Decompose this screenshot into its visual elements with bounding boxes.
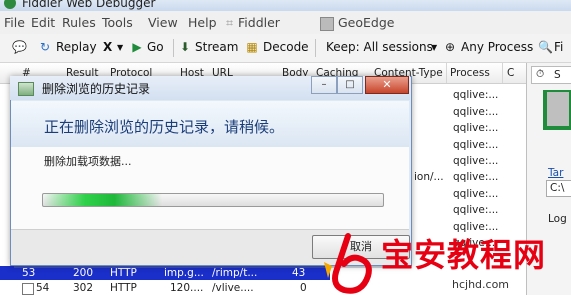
comment-icon[interactable]: 💬 bbox=[12, 40, 27, 54]
watermark-url: hcjhd.com bbox=[452, 278, 510, 291]
process-cell: qqlive:... bbox=[453, 122, 499, 134]
row-result: 200 bbox=[73, 267, 94, 279]
any-process-button[interactable]: Any Process bbox=[461, 40, 533, 54]
decode-icon: ▦ bbox=[246, 40, 258, 54]
go-button[interactable]: Go bbox=[147, 40, 164, 54]
minimize-button[interactable]: – bbox=[311, 76, 337, 94]
row-id: 53 bbox=[22, 267, 36, 279]
path-field-value: C:\ bbox=[550, 182, 565, 194]
go-icon: ▶ bbox=[132, 40, 142, 54]
decode-button[interactable]: Decode bbox=[263, 40, 309, 54]
replay-icon: ↻ bbox=[39, 40, 51, 54]
row-body: 43 bbox=[292, 267, 306, 279]
replay-button[interactable]: Replay bbox=[56, 40, 97, 54]
remove-menu-button[interactable]: X bbox=[103, 40, 112, 54]
dialog-heading: 正在删除浏览的历史记录，请稍候。 bbox=[44, 118, 285, 136]
column-process[interactable]: Process bbox=[450, 67, 490, 79]
path-field[interactable]: C:\ bbox=[546, 180, 571, 197]
process-cell: qqlive:... bbox=[453, 188, 499, 200]
menu-file[interactable]: File bbox=[4, 15, 25, 30]
watermark-text: 宝安教程网 bbox=[381, 236, 547, 274]
content-type-cell: ion/... bbox=[414, 171, 444, 183]
maximize-button[interactable]: □ bbox=[337, 76, 363, 94]
keep-sessions-caret-icon[interactable]: ▼ bbox=[431, 43, 437, 52]
process-cell: qqlive:... bbox=[453, 106, 499, 118]
session-type-icon bbox=[22, 283, 34, 295]
menu-fiddler[interactable]: Fiddler bbox=[238, 15, 280, 30]
process-cell: qqlive:... bbox=[453, 171, 499, 183]
menu-edit[interactable]: Edit bbox=[31, 15, 55, 30]
stopwatch-icon: ⏱ bbox=[536, 68, 545, 80]
progress-bar-fill bbox=[43, 194, 162, 206]
row-body: 0 bbox=[300, 282, 307, 294]
row-url: /rimp/t... bbox=[212, 267, 258, 279]
fiddler-menu-icon: ⌗ bbox=[226, 15, 234, 30]
find-icon: 🔍 bbox=[538, 40, 553, 54]
close-button[interactable]: ✕ bbox=[365, 76, 409, 94]
process-cell: qqlive:... bbox=[453, 155, 499, 167]
row-host: imp.g... bbox=[164, 267, 204, 279]
crosshair-icon: ⊕ bbox=[444, 40, 456, 54]
dialog-title: 删除浏览的历史记录 bbox=[42, 82, 151, 96]
process-cell: qqlive:... bbox=[453, 204, 499, 216]
column-divider[interactable] bbox=[446, 63, 447, 83]
menu-rules[interactable]: Rules bbox=[62, 15, 96, 30]
row-result: 302 bbox=[73, 282, 94, 294]
keep-sessions-dropdown[interactable]: Keep: All sessions bbox=[326, 40, 433, 54]
window-title: Fiddler Web Debugger bbox=[22, 0, 156, 10]
find-button[interactable]: Fi bbox=[554, 40, 563, 54]
dialog-window-icon bbox=[18, 82, 34, 96]
toolbar: 💬 ↻ Replay X ▼ ▶ Go ⬇ Stream ▦ Decode Ke… bbox=[0, 34, 571, 63]
progress-bar bbox=[42, 193, 384, 207]
dialog-status-text: 删除加载项数据... bbox=[44, 155, 132, 168]
toolbar-separator bbox=[173, 39, 174, 57]
menu-bar: File Edit Rules Tools View Help ⌗ Fiddle… bbox=[0, 11, 571, 33]
column-divider[interactable] bbox=[502, 63, 503, 83]
target-link[interactable]: Tar bbox=[548, 167, 563, 179]
row-url: /vlive.... bbox=[212, 282, 254, 294]
statistics-tab[interactable]: ⏱ S bbox=[531, 66, 571, 84]
menu-tools[interactable]: Tools bbox=[102, 15, 133, 30]
watermark-logo bbox=[324, 233, 372, 294]
menu-view[interactable]: View bbox=[148, 15, 178, 30]
log-label: Log bbox=[548, 213, 567, 225]
process-cell: qqlive:... bbox=[453, 139, 499, 151]
stream-icon: ⬇ bbox=[179, 40, 191, 54]
stream-button[interactable]: Stream bbox=[195, 40, 238, 54]
menu-geoedge[interactable]: GeoEdge bbox=[338, 15, 394, 30]
geoedge-icon bbox=[320, 17, 334, 31]
column-comments[interactable]: C bbox=[507, 67, 514, 79]
menu-help[interactable]: Help bbox=[188, 15, 217, 30]
row-protocol: HTTP bbox=[110, 282, 137, 294]
row-host: 120.... bbox=[170, 282, 204, 294]
fiddler-logo-shape bbox=[547, 92, 569, 126]
row-protocol: HTTP bbox=[110, 267, 137, 279]
toolbar-separator bbox=[315, 39, 316, 57]
statistics-tab-label: S bbox=[554, 69, 561, 81]
process-cell: qqlive:... bbox=[453, 89, 499, 101]
remove-menu-caret-icon[interactable]: ▼ bbox=[117, 43, 123, 52]
row-id: 54 bbox=[36, 282, 50, 294]
